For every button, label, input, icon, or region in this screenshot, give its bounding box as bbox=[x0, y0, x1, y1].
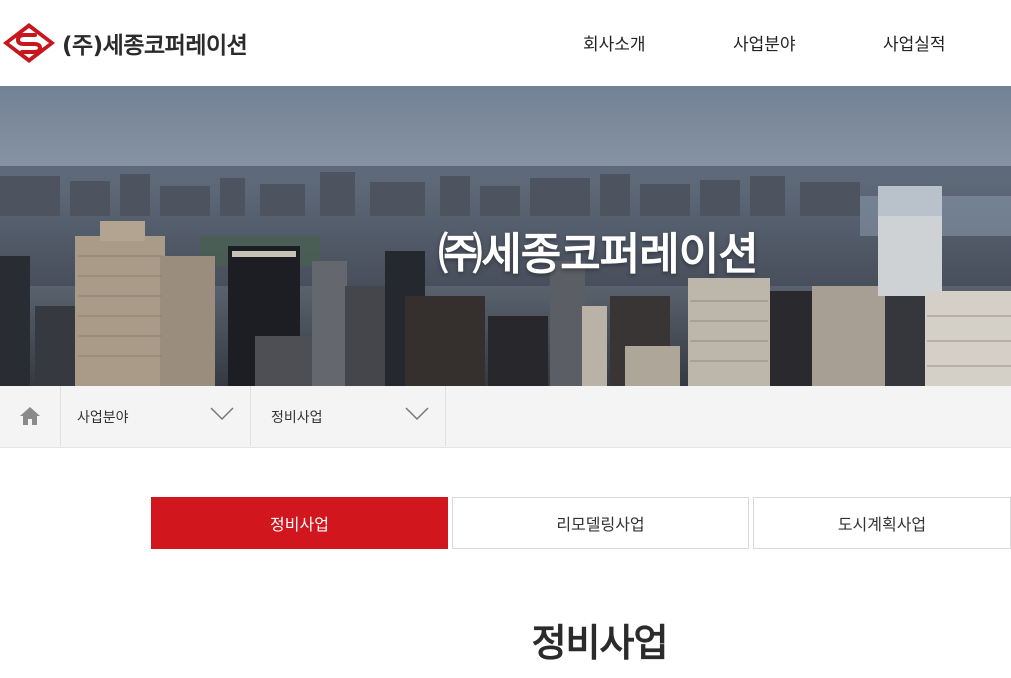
tab-redevelopment[interactable]: 정비사업 bbox=[151, 497, 448, 549]
chevron-down-icon bbox=[210, 407, 234, 421]
tab-remodeling[interactable]: 리모델링사업 bbox=[452, 497, 749, 549]
company-logo[interactable] bbox=[2, 22, 56, 64]
tab-urban-planning[interactable]: 도시계획사업 bbox=[753, 497, 1011, 549]
breadcrumb-select-level1[interactable]: 사업분야 bbox=[61, 386, 251, 446]
breadcrumb-level2-label: 정비사업 bbox=[271, 410, 323, 426]
breadcrumb-select-level2[interactable]: 정비사업 bbox=[251, 386, 446, 446]
nav-item-business[interactable]: 사업분야 bbox=[733, 30, 796, 55]
home-icon bbox=[20, 407, 40, 425]
company-name[interactable]: (주)세종코퍼레이션 bbox=[62, 26, 248, 60]
breadcrumb-home-button[interactable] bbox=[0, 386, 61, 446]
hero-banner: ㈜세종코퍼레이션 bbox=[0, 86, 1011, 386]
chevron-down-icon bbox=[405, 407, 429, 421]
site-header: (주)세종코퍼레이션 회사소개 사업분야 사업실적 bbox=[0, 0, 1011, 86]
page-title: 정비사업 bbox=[531, 621, 669, 665]
breadcrumb: 사업분야 정비사업 bbox=[0, 386, 1011, 448]
breadcrumb-level1-label: 사업분야 bbox=[77, 410, 129, 426]
logo-mark-icon bbox=[3, 23, 55, 63]
nav-item-about[interactable]: 회사소개 bbox=[583, 30, 646, 55]
hero-title: ㈜세종코퍼레이션 bbox=[438, 229, 758, 280]
nav-item-portfolio[interactable]: 사업실적 bbox=[883, 30, 946, 55]
